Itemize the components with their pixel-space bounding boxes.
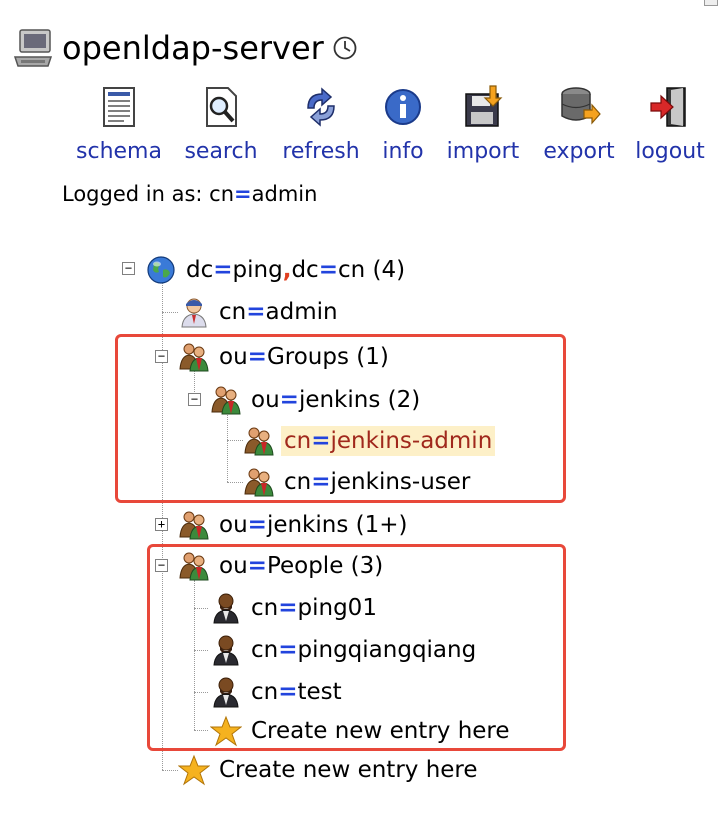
ldap-tree: − − − + − dc=ping,dc=cn (4) cn=admin ou=… bbox=[0, 0, 720, 830]
globe-icon bbox=[145, 254, 177, 286]
create-entry-label[interactable]: Create new entry here bbox=[216, 755, 481, 785]
tree-node-root[interactable]: dc=ping,dc=cn (4) bbox=[145, 253, 408, 287]
expand-toggle-ou-jenkins[interactable]: + bbox=[155, 518, 168, 531]
tree-node-label[interactable]: cn=admin bbox=[216, 297, 341, 327]
highlight-box-groups bbox=[115, 334, 566, 503]
collapse-toggle-root[interactable]: − bbox=[122, 262, 135, 275]
tree-node-label[interactable]: dc=ping,dc=cn (4) bbox=[183, 255, 408, 285]
star-icon bbox=[178, 754, 210, 786]
tree-connector bbox=[162, 770, 178, 771]
tree-connector bbox=[162, 312, 178, 313]
highlight-box-people bbox=[147, 544, 566, 751]
tree-node-label[interactable]: ou=jenkins (1+) bbox=[216, 510, 411, 540]
group-icon bbox=[178, 509, 210, 541]
admin-user-icon bbox=[178, 296, 210, 328]
create-entry-root[interactable]: Create new entry here bbox=[178, 753, 481, 787]
tree-node-ou-jenkins[interactable]: ou=jenkins (1+) bbox=[178, 508, 411, 542]
tree-node-admin[interactable]: cn=admin bbox=[178, 295, 341, 329]
